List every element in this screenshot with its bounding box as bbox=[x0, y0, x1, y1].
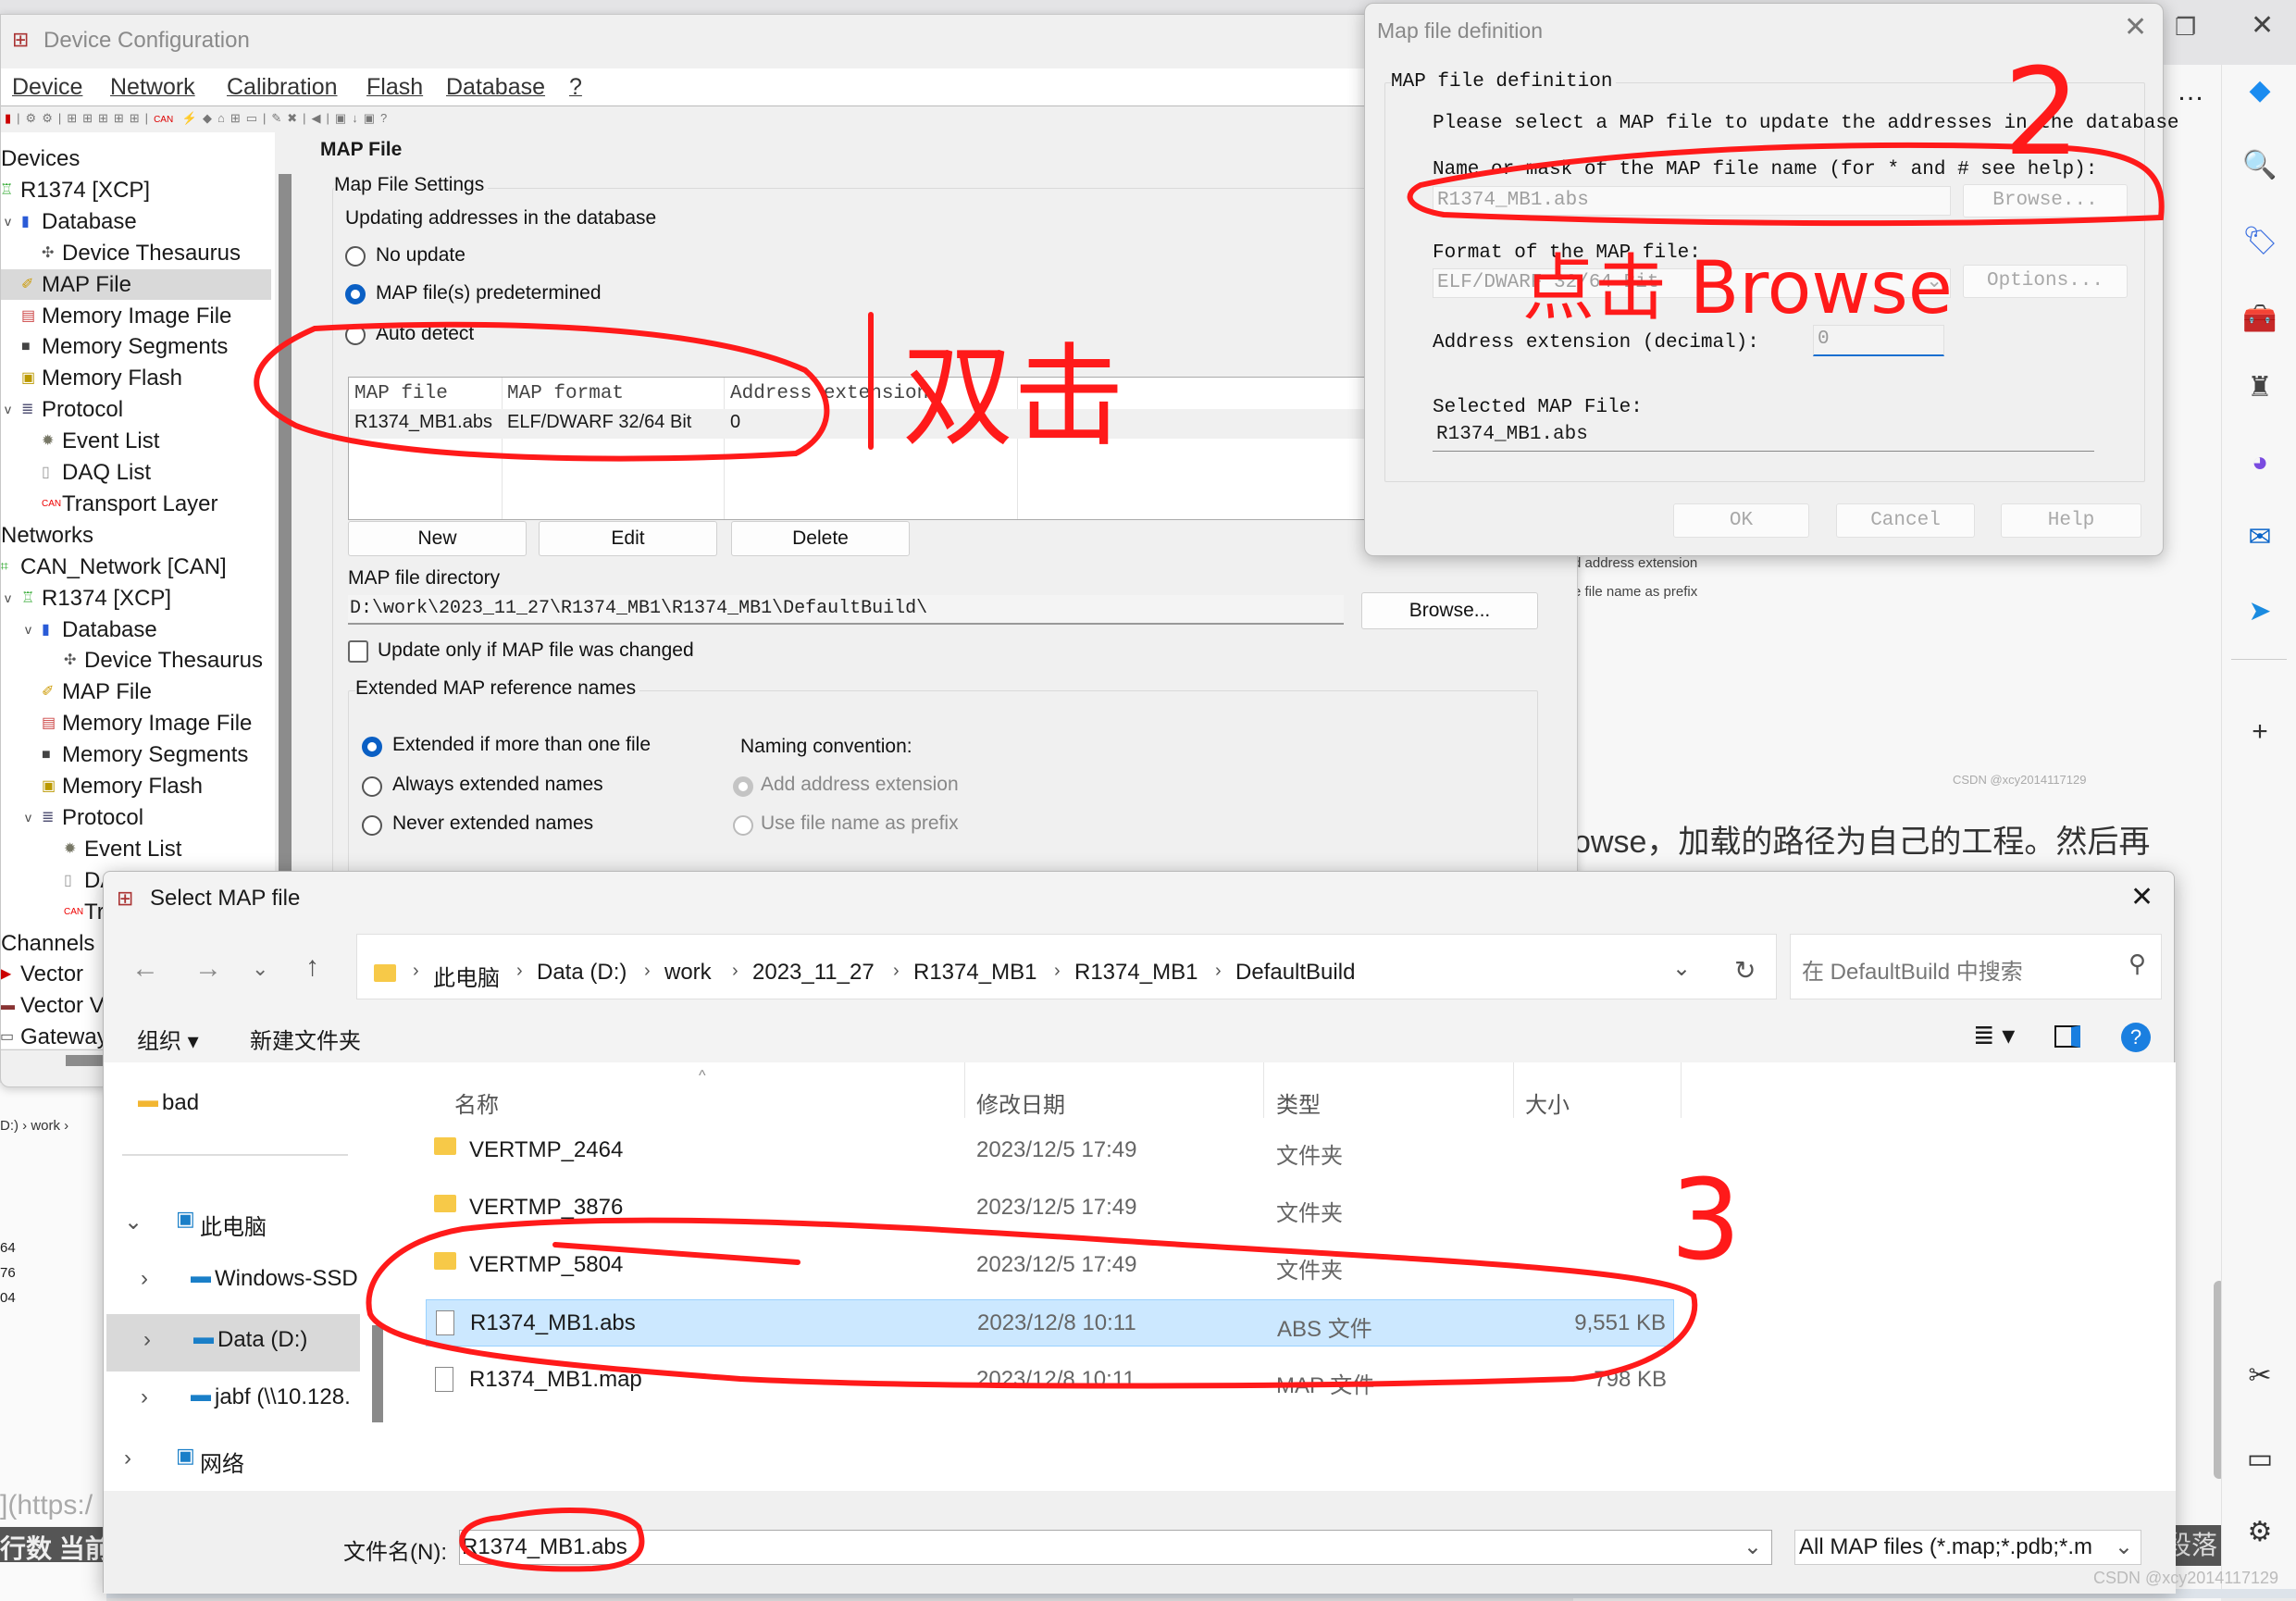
annotation-layer: 双击 点击 Browse 2 3 bbox=[254, 42, 2165, 1572]
annotation-step-3: 3 bbox=[1670, 1157, 1741, 1285]
annotation-double-click: 双击 bbox=[902, 333, 1124, 462]
annotation-ellipse-files bbox=[366, 1217, 1698, 1389]
annotation-click-browse: 点击 Browse bbox=[1522, 247, 1953, 330]
annotation-ellipse-table bbox=[254, 321, 830, 462]
annotation-ellipse-filename bbox=[459, 1508, 645, 1572]
annotation-step-2: 2 bbox=[2004, 42, 2080, 182]
